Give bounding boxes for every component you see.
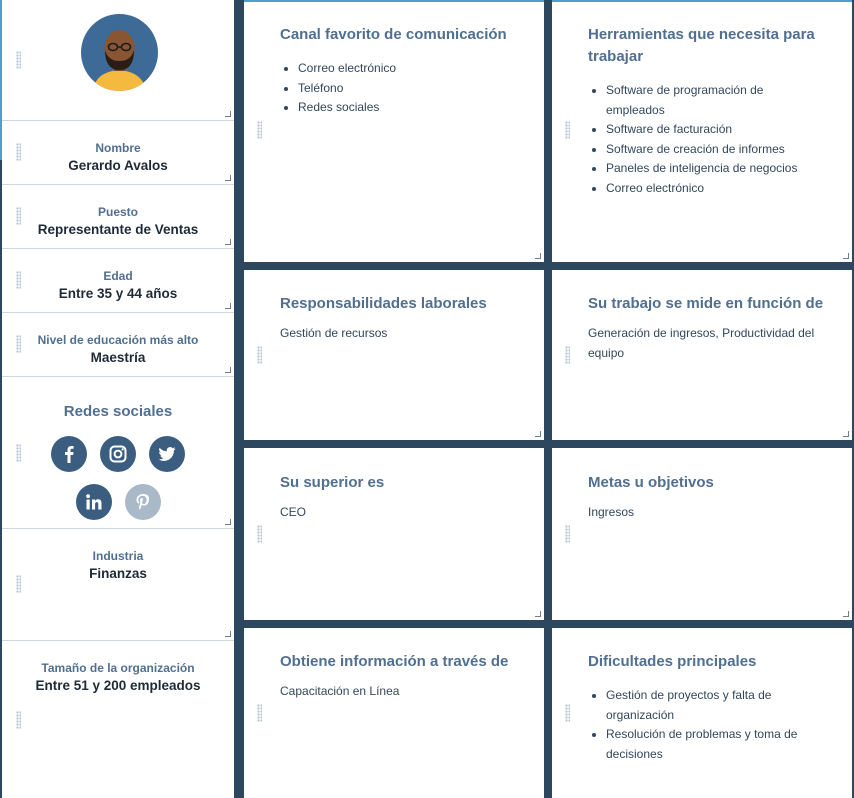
card-top-stripe <box>244 0 544 2</box>
field-value: Entre 35 y 44 años <box>58 286 178 301</box>
resize-handle-icon[interactable] <box>535 431 541 437</box>
social-title: Redes sociales <box>63 403 173 420</box>
drag-handle-icon[interactable] <box>565 525 570 543</box>
card-top-stripe <box>552 0 852 2</box>
resize-handle-icon[interactable] <box>225 111 231 117</box>
card-list: Gestión de proyectos y falta de organiza… <box>588 686 824 764</box>
card-text: Generación de ingresos, Productividad de… <box>588 326 815 360</box>
drag-handle-icon[interactable] <box>16 143 21 161</box>
field-value: Entre 51 y 200 empleados <box>35 678 201 693</box>
card-text: Gestión de recursos <box>280 326 388 340</box>
drag-handle-icon[interactable] <box>16 51 21 69</box>
list-item: Software de facturación <box>606 120 824 140</box>
drag-handle-icon[interactable] <box>565 121 570 139</box>
field-card-org-size[interactable]: Tamaño de la organización Entre 51 y 200… <box>2 641 234 798</box>
social-card[interactable]: Redes sociales <box>2 377 234 529</box>
field-card-position[interactable]: Puesto Representante de Ventas <box>2 185 234 249</box>
card-text: Capacitación en Línea <box>280 684 400 698</box>
card-title: Su superior es <box>280 474 385 491</box>
drag-handle-icon[interactable] <box>16 335 21 353</box>
drag-handle-icon[interactable] <box>257 704 262 722</box>
field-value: Maestría <box>90 350 146 365</box>
card-goals[interactable]: Metas u objetivos Ingresos <box>552 448 852 620</box>
list-item: Gestión de proyectos y falta de organiza… <box>606 686 824 725</box>
resize-handle-icon[interactable] <box>225 303 231 309</box>
resize-handle-icon[interactable] <box>225 519 231 525</box>
field-card-industry[interactable]: Industria Finanzas <box>2 529 234 641</box>
card-information-source[interactable]: Obtiene información a través de Capacita… <box>244 628 544 798</box>
card-title: Dificultades principales <box>588 653 757 670</box>
field-label: Puesto <box>97 205 138 219</box>
drag-handle-icon[interactable] <box>16 444 21 462</box>
drag-handle-icon[interactable] <box>16 575 21 593</box>
card-title: Metas u objetivos <box>588 474 714 491</box>
list-item: Software de programación de empleados <box>606 81 824 120</box>
drag-handle-icon[interactable] <box>16 207 21 225</box>
card-title: Responsabilidades laborales <box>280 295 487 312</box>
drag-handle-icon[interactable] <box>565 704 570 722</box>
drag-handle-icon[interactable] <box>16 271 21 289</box>
drag-handle-icon[interactable] <box>257 525 262 543</box>
profile-column: Nombre Gerardo Avalos Puesto Representan… <box>0 0 234 798</box>
resize-handle-icon[interactable] <box>225 239 231 245</box>
card-measured-by[interactable]: Su trabajo se mide en función de Generac… <box>552 270 852 440</box>
resize-handle-icon[interactable] <box>843 253 849 259</box>
resize-handle-icon[interactable] <box>225 175 231 181</box>
field-value: Finanzas <box>89 566 147 581</box>
field-label: Industria <box>92 549 144 563</box>
resize-handle-icon[interactable] <box>535 611 541 617</box>
resize-handle-icon[interactable] <box>535 253 541 259</box>
persona-avatar-icon <box>81 14 158 91</box>
drag-handle-icon[interactable] <box>565 346 570 364</box>
resize-handle-icon[interactable] <box>225 367 231 373</box>
field-value: Representante de Ventas <box>37 222 199 237</box>
card-responsibilities[interactable]: Responsabilidades laborales Gestión de r… <box>244 270 544 440</box>
drag-handle-icon[interactable] <box>257 121 262 139</box>
list-item: Redes sociales <box>298 98 516 118</box>
card-title: Canal favorito de comunicación <box>280 26 507 43</box>
list-item: Paneles de inteligencia de negocios <box>606 159 824 179</box>
resize-handle-icon[interactable] <box>225 631 231 637</box>
field-label: Nivel de educación más alto <box>37 333 199 347</box>
avatar-card[interactable] <box>2 0 234 121</box>
card-text: CEO <box>280 505 307 519</box>
drag-handle-icon[interactable] <box>257 346 262 364</box>
card-text: Ingresos <box>588 505 635 519</box>
card-list: Software de programación de empleados So… <box>588 81 824 198</box>
card-superior[interactable]: Su superior es CEO <box>244 448 544 620</box>
pinterest-icon[interactable] <box>125 484 161 520</box>
twitter-icon[interactable] <box>149 436 185 472</box>
field-label: Nombre <box>95 141 141 155</box>
list-item: Correo electrónico <box>298 59 516 79</box>
resize-handle-icon[interactable] <box>843 431 849 437</box>
drag-handle-icon[interactable] <box>16 711 21 729</box>
field-label: Edad <box>103 269 133 283</box>
list-item: Resolución de problemas y toma de decisi… <box>606 725 824 764</box>
field-label: Tamaño de la organización <box>41 661 195 675</box>
card-tools[interactable]: Herramientas que necesita para trabajar … <box>552 0 852 262</box>
instagram-icon[interactable] <box>100 436 136 472</box>
field-card-name[interactable]: Nombre Gerardo Avalos <box>2 121 234 185</box>
card-title: Herramientas que necesita para trabajar <box>588 26 815 65</box>
list-item: Software de creación de informes <box>606 140 824 160</box>
list-item: Correo electrónico <box>606 179 824 199</box>
card-title: Su trabajo se mide en función de <box>588 295 824 312</box>
card-list: Correo electrónico Teléfono Redes social… <box>280 59 516 118</box>
resize-handle-icon[interactable] <box>843 611 849 617</box>
field-card-education[interactable]: Nivel de educación más alto Maestría <box>2 313 234 377</box>
card-title: Obtiene información a través de <box>280 653 509 670</box>
card-communication-channel[interactable]: Canal favorito de comunicación Correo el… <box>244 0 544 262</box>
field-value: Gerardo Avalos <box>68 158 168 173</box>
field-card-age[interactable]: Edad Entre 35 y 44 años <box>2 249 234 313</box>
linkedin-icon[interactable] <box>76 484 112 520</box>
card-challenges[interactable]: Dificultades principales Gestión de proy… <box>552 628 852 798</box>
list-item: Teléfono <box>298 79 516 99</box>
facebook-icon[interactable] <box>51 436 87 472</box>
